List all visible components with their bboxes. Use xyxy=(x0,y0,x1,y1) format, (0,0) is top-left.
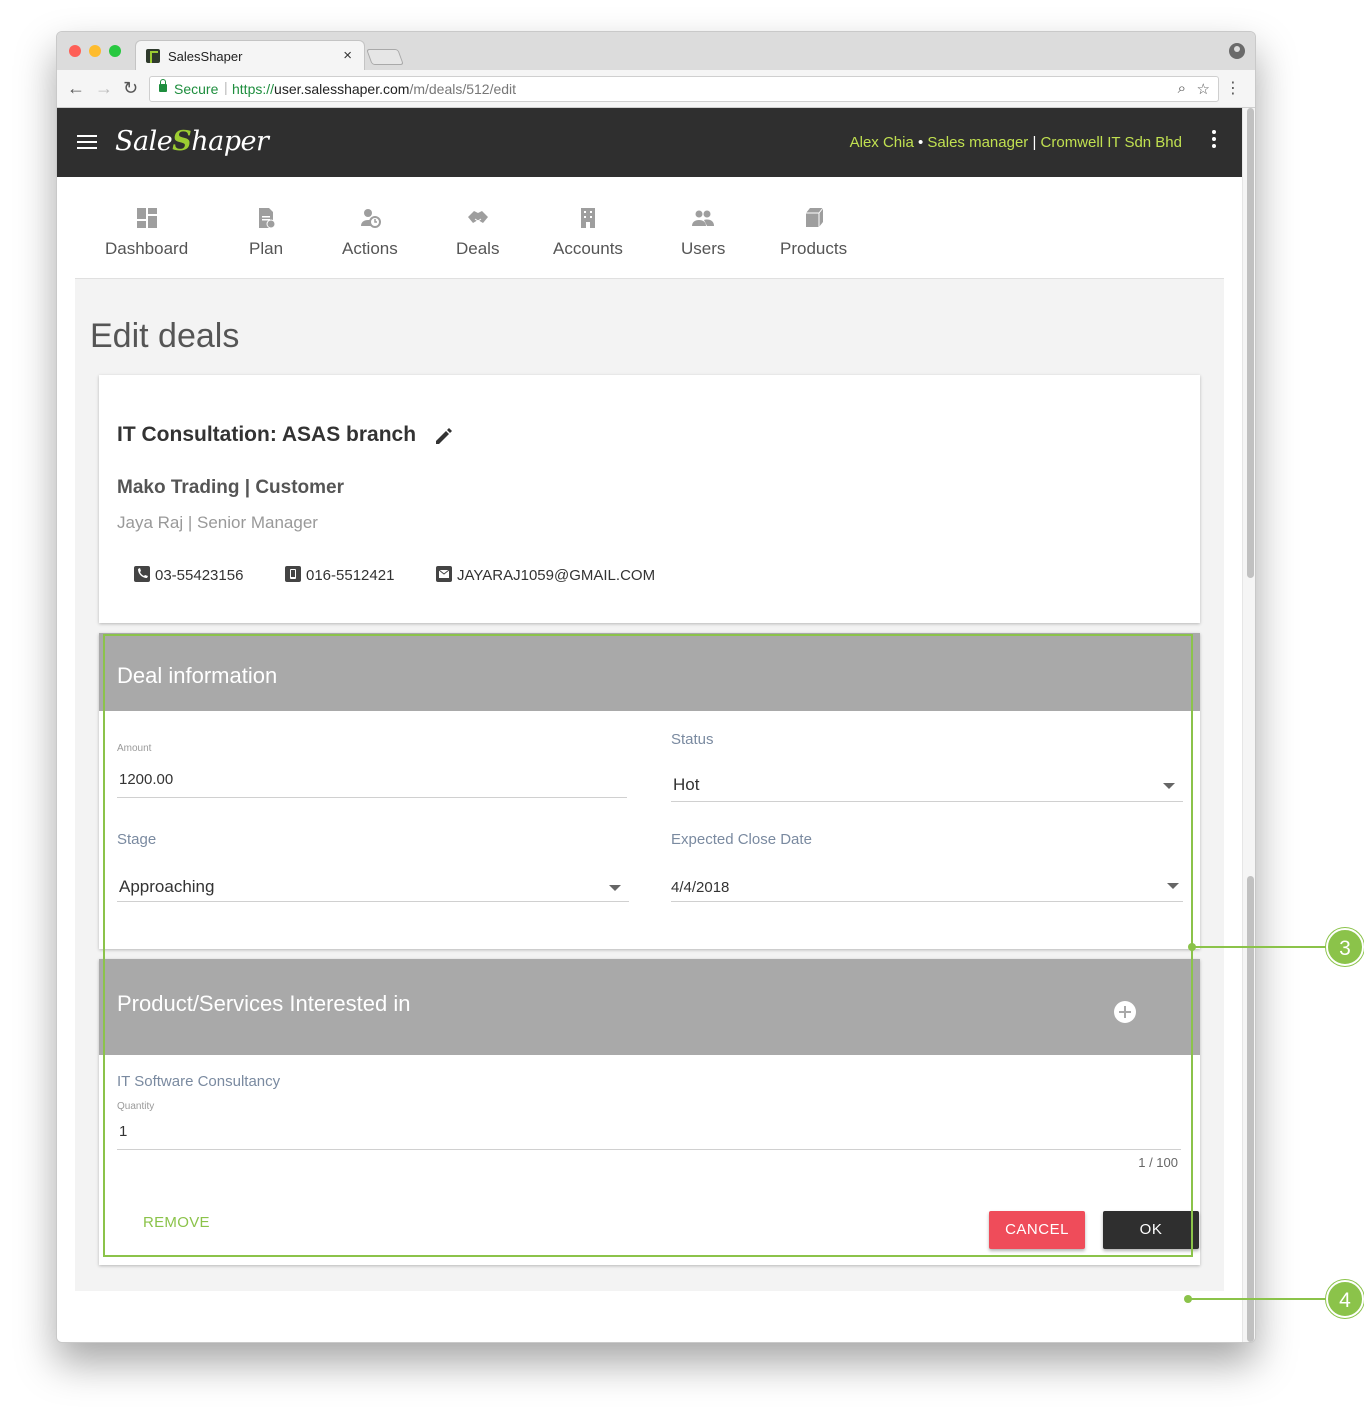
deal-summary-card: IT Consultation: ASAS branch Mako Tradin… xyxy=(99,375,1200,623)
deals-icon xyxy=(467,211,488,223)
plan-icon xyxy=(259,208,276,229)
annotation-line xyxy=(1188,1298,1326,1300)
favicon-icon xyxy=(146,49,160,63)
nav-item-plan[interactable]: Plan xyxy=(249,207,283,259)
hamburger-menu-icon[interactable] xyxy=(77,135,97,149)
mobile-phone-icon xyxy=(285,566,301,582)
tab-close-icon[interactable]: × xyxy=(343,47,352,64)
nav-label: Users xyxy=(681,239,726,258)
minimize-window-button[interactable] xyxy=(89,45,101,57)
new-tab-button[interactable] xyxy=(366,49,404,65)
bookmark-star-icon[interactable]: ☆ xyxy=(1197,80,1210,98)
user-name: Alex Chia xyxy=(849,134,914,151)
nav-item-accounts[interactable]: Accounts xyxy=(553,207,623,259)
scrollbar-thumb[interactable] xyxy=(1247,108,1254,578)
close-window-button[interactable] xyxy=(69,45,81,57)
contact-mobile[interactable]: 016-5512421 xyxy=(285,566,394,584)
user-role: Sales manager xyxy=(927,134,1029,151)
browser-tab-bar: SalesShaper × xyxy=(57,32,1255,70)
deal-contact-person: Jaya Raj | Senior Manager xyxy=(117,513,318,532)
deal-title: IT Consultation: ASAS branch xyxy=(117,423,417,446)
url-separator: | xyxy=(224,79,228,95)
app-header: SaleShaper Alex Chia • Sales manager | C… xyxy=(57,108,1242,177)
page-scrollbar[interactable] xyxy=(1242,108,1255,1342)
url-text: https://user.salesshaper.com/m/deals/512… xyxy=(232,81,517,97)
contact-email[interactable]: JAYARAJ1059@GMAIL.COM xyxy=(436,566,655,584)
annotation-marker-4: 4 xyxy=(1326,1280,1364,1318)
forward-arrow-icon[interactable]: → xyxy=(95,78,113,99)
products-icon xyxy=(805,207,823,227)
maximize-window-button[interactable] xyxy=(109,45,121,57)
nav-item-products[interactable]: Products xyxy=(780,207,847,259)
email-icon xyxy=(436,566,452,582)
nav-item-deals[interactable]: Deals xyxy=(456,207,499,259)
secure-label: Secure xyxy=(174,81,219,97)
accounts-icon xyxy=(580,208,595,228)
reload-icon[interactable]: ↻ xyxy=(123,78,138,99)
app-overflow-menu-icon[interactable] xyxy=(1212,130,1216,150)
contact-phone[interactable]: 03-55423156 xyxy=(134,566,243,584)
actions-icon xyxy=(360,209,381,228)
browser-menu-icon[interactable]: ⋮ xyxy=(1225,78,1241,98)
main-navigation: Dashboard Plan Actions Deals Accounts Us… xyxy=(75,177,1224,279)
zoom-icon[interactable]: ⌕ xyxy=(1178,80,1186,97)
phone-icon xyxy=(134,566,150,582)
nav-label: Products xyxy=(780,239,848,258)
nav-item-users[interactable]: Users xyxy=(681,207,725,259)
profile-icon[interactable] xyxy=(1229,43,1245,59)
pencil-edit-icon[interactable] xyxy=(433,425,455,447)
user-company: Cromwell IT Sdn Bhd xyxy=(1040,134,1182,151)
nav-label: Deals xyxy=(456,239,500,258)
annotation-highlight-box xyxy=(103,634,1193,1257)
nav-label: Dashboard xyxy=(105,239,189,258)
annotation-marker-3: 3 xyxy=(1326,928,1364,966)
nav-item-actions[interactable]: Actions xyxy=(342,207,398,259)
users-icon xyxy=(692,210,715,226)
tab-title: SalesShaper xyxy=(168,49,243,64)
browser-tab[interactable]: SalesShaper × xyxy=(135,40,365,70)
app-logo[interactable]: SaleShaper xyxy=(115,126,269,157)
url-input[interactable]: Secure | https://user.salesshaper.com/m/… xyxy=(149,76,1219,102)
lock-icon xyxy=(159,79,167,92)
user-info[interactable]: Alex Chia • Sales manager | Cromwell IT … xyxy=(850,134,1182,151)
dashboard-icon xyxy=(136,208,157,228)
nav-label: Accounts xyxy=(553,239,623,258)
annotation-line xyxy=(1192,946,1326,948)
address-bar: ← → ↻ Secure | https://user.salesshaper.… xyxy=(57,70,1255,108)
nav-label: Plan xyxy=(249,239,284,258)
back-arrow-icon[interactable]: ← xyxy=(67,78,85,99)
deal-company: Mako Trading | Customer xyxy=(117,477,345,498)
page-title: Edit deals xyxy=(90,317,240,355)
nav-label: Actions xyxy=(342,239,398,258)
nav-item-dashboard[interactable]: Dashboard xyxy=(105,207,188,259)
